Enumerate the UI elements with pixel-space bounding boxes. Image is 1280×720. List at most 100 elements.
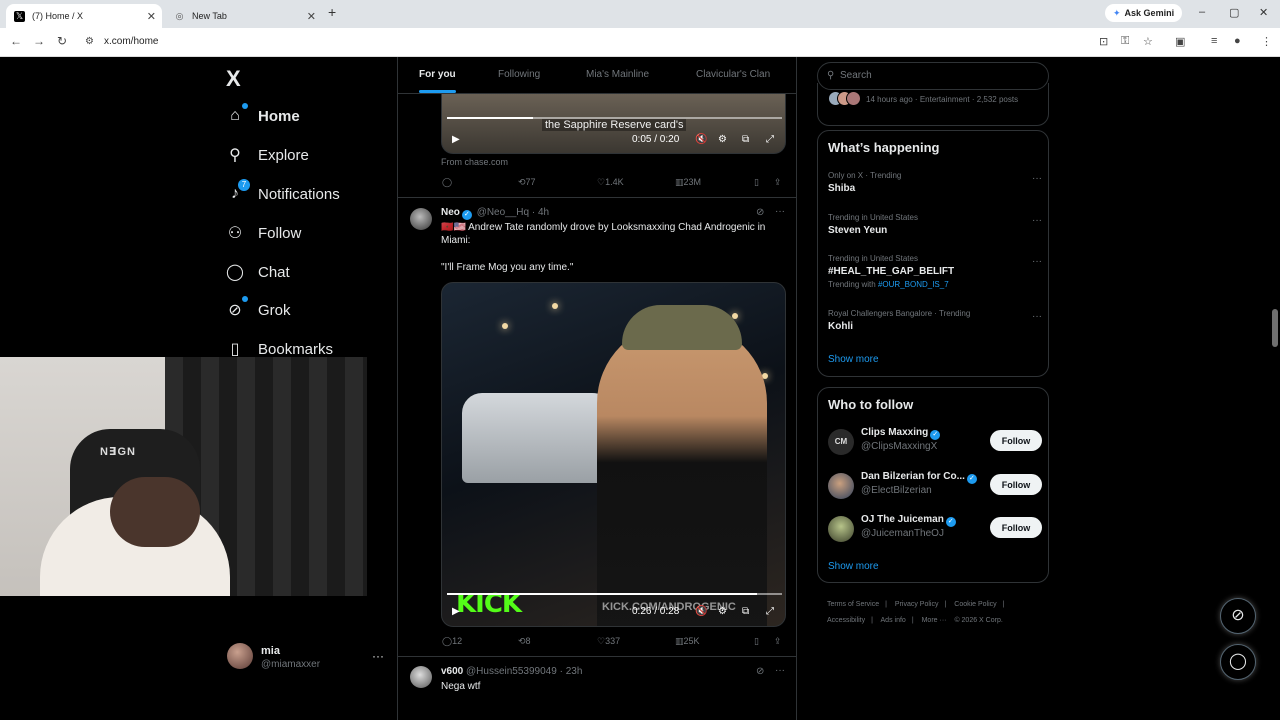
install-icon[interactable]: ⊡ [1099,35,1108,48]
like-button[interactable]: ♡ 1.4K [597,177,624,188]
play-icon[interactable]: ▶ [452,606,460,617]
sidebar-item-follow[interactable]: ⚇ Follow [226,221,302,245]
post-time[interactable]: · 4h [532,207,549,218]
post-time[interactable]: · 23h [560,666,583,677]
streamer-hair [110,477,200,547]
post-video[interactable]: KICK KICK.COM/ANDROGENIC ▶ 0:26 / 0:28 🔇… [441,282,786,627]
views-button[interactable]: ▥ 25K [675,636,700,647]
fullscreen-icon[interactable]: ⤢ [766,606,774,617]
close-window-button[interactable]: ✕ [1259,6,1268,19]
follow-suggestion[interactable]: Dan Bilzerian for Co... ✓ @ElectBilzerian… [828,471,1042,501]
trend-item[interactable]: Trending in United States Steven Yeun ··… [828,213,1042,236]
page-scrollbar[interactable] [1270,57,1280,720]
forward-icon[interactable]: → [33,34,45,48]
author-handle[interactable]: @Hussein55399049 [466,666,557,677]
sidepanel-icon[interactable]: ▣ [1175,35,1185,48]
more-icon[interactable]: ··· [775,665,785,676]
minimize-button[interactable]: – [1199,6,1205,18]
star-icon[interactable]: ☆ [1143,35,1153,48]
mute-icon[interactable]: 🔇 [695,134,707,145]
tab-mias-mainline[interactable]: Mia's Mainline [586,69,649,80]
address-bar[interactable]: x.com/home [104,36,158,47]
x-logo[interactable]: X [226,66,241,92]
avatar[interactable] [410,666,432,688]
close-icon[interactable]: ✕ [147,10,156,23]
ads-info-link[interactable]: Ads info [881,617,906,624]
more-icon[interactable]: ··· [1032,311,1042,322]
grok-icon[interactable]: ⊘ [756,666,764,677]
trend-item[interactable]: Royal Challengers Bangalore · Trending K… [828,309,1042,332]
more-icon[interactable]: ··· [372,649,384,663]
maximize-button[interactable]: ▢ [1229,6,1239,19]
share-icon[interactable]: ⇪ [774,636,782,647]
show-more-link[interactable]: Show more [828,561,879,572]
more-icon[interactable]: ··· [775,206,785,217]
share-icon[interactable]: ⇪ [774,177,782,188]
play-icon[interactable]: ▶ [452,134,460,145]
ad-source[interactable]: From chase.com [441,157,508,167]
sidebar-item-grok[interactable]: ⊘ Grok [226,296,291,322]
tab-claviculars-clan[interactable]: Clavicular's Clan [696,69,770,80]
media-icon[interactable]: ≡ [1211,35,1217,47]
account-switcher[interactable]: mia @miamaxxer ··· [227,643,387,673]
sidebar-item-explore[interactable]: ⚲ Explore [226,143,309,167]
more-icon[interactable]: ··· [1032,256,1042,267]
reload-icon[interactable]: ↻ [57,34,67,48]
bookmark-icon[interactable]: ▯ [754,177,759,188]
site-info-icon[interactable]: ⚙ [85,36,94,47]
pip-icon[interactable]: ⧉ [742,606,749,617]
retweet-button[interactable]: ⟲ 77 [518,177,536,188]
reply-icon[interactable]: ◯ [442,177,452,188]
avatar[interactable] [410,208,432,230]
settings-icon[interactable]: ⚙ [718,134,727,145]
retweet-button[interactable]: ⟲ 8 [518,636,531,647]
sidebar-item-chat[interactable]: ◯ Chat [226,260,290,284]
settings-icon[interactable]: ⚙ [718,606,727,617]
privacy-link[interactable]: Privacy Policy [895,601,939,608]
author-name[interactable]: Neo [441,207,460,218]
tab-following[interactable]: Following [498,69,540,80]
author-handle[interactable]: @Neo__Hq [477,207,529,218]
follow-button[interactable]: Follow [990,474,1042,495]
menu-icon[interactable]: ⋮ [1261,35,1272,48]
follow-suggestion[interactable]: OJ The Juiceman ✓ @JuicemanTheOJ Follow [828,514,1042,544]
profile-avatar-icon[interactable]: ● [1234,35,1241,47]
bookmark-icon[interactable]: ▯ [754,636,759,647]
back-icon[interactable]: ← [10,34,22,48]
more-icon[interactable]: ··· [1032,173,1042,184]
follow-suggestion[interactable]: CM Clips Maxxing ✓ @ClipsMaxxingX Follow [828,427,1042,457]
show-more-link[interactable]: Show more [828,354,879,365]
more-icon[interactable]: ··· [1032,215,1042,226]
grok-icon[interactable]: ⊘ [756,207,764,218]
views-button[interactable]: ▥ 23M [675,177,701,188]
scrollbar-thumb[interactable] [1272,309,1278,347]
chat-fab-button[interactable]: ◯ [1220,644,1256,680]
mute-icon[interactable]: 🔇 [695,606,707,617]
like-button[interactable]: ♡ 337 [597,636,620,647]
more-link[interactable]: More ··· [922,617,947,624]
accessibility-link[interactable]: Accessibility [827,617,865,624]
pip-icon[interactable]: ⧉ [742,134,749,145]
key-icon[interactable]: ⚿ [1121,35,1129,48]
close-icon[interactable]: ✕ [307,10,316,23]
trend-item[interactable]: Trending in United States #HEAL_THE_GAP_… [828,254,1042,289]
follow-button[interactable]: Follow [990,430,1042,451]
tab-for-you[interactable]: For you [419,69,456,80]
cookie-link[interactable]: Cookie Policy [954,601,996,608]
ad-video[interactable]: the Sapphire Reserve card's ▶ 0:05 / 0:2… [441,94,786,154]
author-name[interactable]: v600 [441,666,463,677]
grok-fab-button[interactable]: ⊘ [1220,598,1256,634]
sidebar-item-home[interactable]: ⌂ Home [226,103,300,128]
terms-link[interactable]: Terms of Service [827,601,879,608]
browser-tab-x-home[interactable]: 𝕏 (7) Home / X ✕ [6,4,162,28]
ask-gemini-button[interactable]: ✦ Ask Gemini [1105,4,1183,22]
new-tab-button[interactable]: + [328,4,336,20]
search-input[interactable]: ⚲ Search [817,62,1049,90]
follow-button[interactable]: Follow [990,517,1042,538]
trend-hashtag-link[interactable]: #OUR_BOND_IS_7 [878,280,949,289]
browser-tab-new-tab[interactable]: ◎ New Tab ✕ [166,4,322,28]
trend-item[interactable]: Only on X · Trending Shiba ··· [828,171,1042,194]
reply-button[interactable]: ◯ 12 [442,636,462,647]
fullscreen-icon[interactable]: ⤢ [766,134,774,145]
sidebar-item-notifications[interactable]: ♪ 7 Notifications [226,179,340,206]
